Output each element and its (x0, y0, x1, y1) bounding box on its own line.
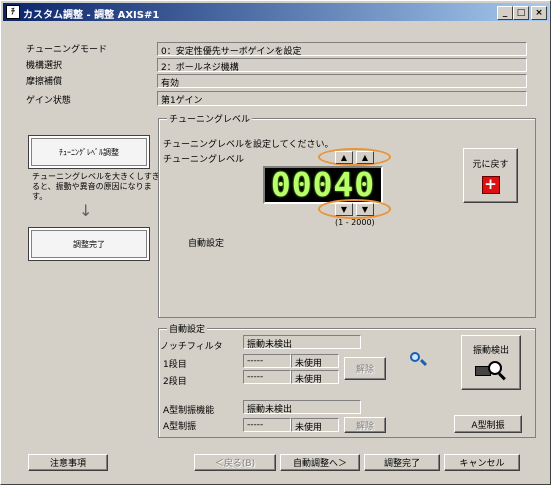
down-arrows-highlight (318, 199, 391, 219)
stage2-label: 2段目 (163, 377, 187, 387)
vibration-detect-label: 振動検出 (472, 346, 509, 356)
flow-step2-label: 調整完了 (73, 239, 105, 249)
back-button[interactable]: ＜戻る(B) (194, 454, 276, 471)
close-button[interactable]: × (531, 6, 547, 20)
cancel-button[interactable]: キャンセル (444, 454, 520, 471)
minimize-button[interactable]: _ (497, 6, 513, 20)
a-type-function-label: A型制振機能 (163, 406, 215, 416)
tuning-auto-setting-label: 自動設定 (188, 239, 225, 249)
level-down-button[interactable]: ▼ (335, 203, 353, 216)
a-type-damping-value: ----- (243, 418, 291, 432)
window-title: カスタム調整 - 調整 AXIS#1 (23, 10, 160, 21)
flow-step-tuning-level: ﾁｭｰﾆﾝｸﾞﾚﾍﾞﾙ調整 (28, 135, 150, 169)
level-up-fast-button[interactable]: ▲ (356, 151, 374, 164)
a-type-damping-state: 未使用 (291, 418, 339, 432)
mechanism-label: 機構選択 (26, 61, 63, 71)
tuning-level-display: 00040 (263, 166, 383, 204)
reset-button[interactable]: 元に戻す + (463, 148, 518, 203)
vibration-detect-button[interactable]: 振動検出 (461, 335, 521, 390)
tuning-warning-note: チューニングレベルを大きくしすぎると、振動や異音の原因になります。 (32, 172, 160, 201)
level-down-fast-button[interactable]: ▼ (356, 203, 374, 216)
flow-step-complete: 調整完了 (28, 227, 150, 261)
custom-tuning-window: ﾁ カスタム調整 - 調整 AXIS#1 _ □ × チューニングモード 0：安… (0, 0, 551, 485)
auto-setting-group-title: 自動設定 (167, 322, 208, 335)
a-type-damping-button[interactable]: A型制振 (454, 415, 522, 433)
stage1-state: 未使用 (291, 354, 339, 368)
restore-icon: + (481, 176, 500, 194)
search-icon (408, 350, 428, 368)
mechanism-value: 2：ボールネジ機構 (157, 58, 527, 72)
a-type-damping-label: A型制振 (163, 422, 197, 432)
stage1-value: ----- (243, 354, 291, 368)
a-type-release-button[interactable]: 解除 (344, 417, 386, 433)
notch-filter-label: ノッチフィルタ (160, 342, 223, 352)
tuning-level-group-title: チューニングレベル (167, 112, 253, 125)
title-bar[interactable]: ﾁ カスタム調整 - 調整 AXIS#1 _ □ × (3, 3, 549, 21)
notch-filter-status: 振動未検出 (243, 335, 361, 349)
app-icon: ﾁ (6, 5, 20, 19)
gain-state-label: ゲイン状態 (26, 96, 71, 106)
notes-button[interactable]: 注意事項 (28, 454, 108, 471)
gain-state-value: 第1ゲイン (157, 91, 527, 106)
window-client: チューニングモード 0：安定性優先サーボゲインを設定 機構選択 2：ボールネジ機… (5, 23, 548, 483)
a-type-status: 振動未検出 (243, 400, 361, 414)
friction-label: 摩擦補償 (26, 77, 63, 87)
stage1-label: 1段目 (163, 360, 187, 370)
stage2-state: 未使用 (291, 370, 339, 384)
reset-button-label: 元に戻す (472, 160, 509, 170)
notch-release-button[interactable]: 解除 (344, 357, 386, 380)
flow-step1-label: ﾁｭｰﾆﾝｸﾞﾚﾍﾞﾙ調整 (59, 147, 119, 157)
tuning-mode-label: チューニングモード (26, 45, 108, 55)
tuning-level-range: (1 - 2000) (335, 218, 375, 227)
vibration-detect-icon (475, 360, 507, 382)
up-arrows-highlight (318, 148, 391, 166)
tuning-instruction: チューニングレベルを設定してください。 (163, 140, 334, 150)
friction-value: 有効 (157, 74, 527, 88)
maximize-button[interactable]: □ (513, 6, 529, 20)
tuning-level-label: チューニングレベル (163, 155, 245, 165)
flow-arrow-icon: ↓ (79, 201, 93, 220)
tuning-mode-value: 0：安定性優先サーボゲインを設定 (157, 42, 527, 56)
level-up-button[interactable]: ▲ (335, 151, 353, 164)
auto-adjust-button[interactable]: 自動調整へ＞ (280, 454, 360, 471)
complete-button[interactable]: 調整完了 (364, 454, 440, 471)
stage2-value: ----- (243, 370, 291, 384)
